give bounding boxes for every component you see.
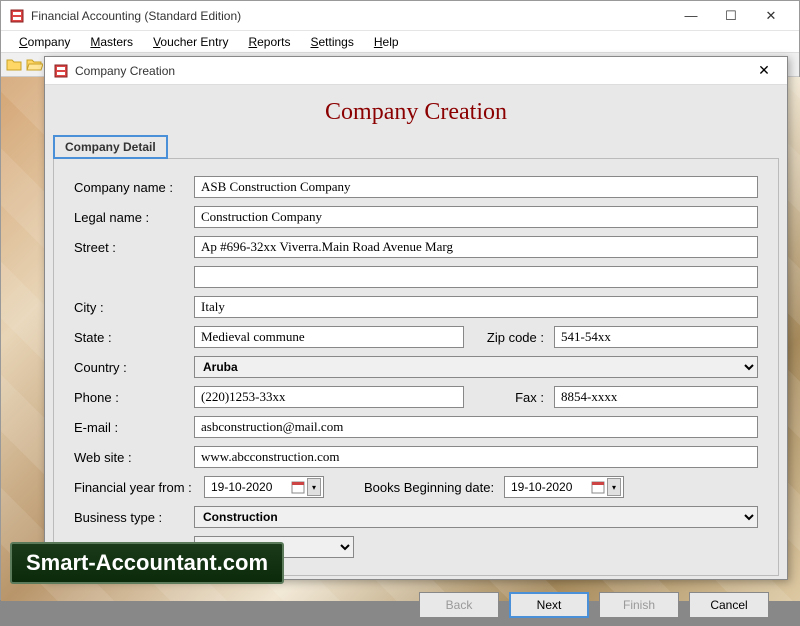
city-input[interactable] xyxy=(194,296,758,318)
business-type-select[interactable]: Construction xyxy=(194,506,758,528)
finish-button[interactable]: Finish xyxy=(599,592,679,618)
website-label: Web site : xyxy=(74,450,194,465)
business-type-label: Business type : xyxy=(74,510,194,525)
button-bar: Back Next Finish Cancel xyxy=(45,584,787,626)
app-icon xyxy=(9,8,25,24)
fax-input[interactable] xyxy=(554,386,758,408)
company-name-input[interactable] xyxy=(194,176,758,198)
state-label: State : xyxy=(74,330,194,345)
company-creation-dialog: Company Creation ✕ Company Creation Comp… xyxy=(44,56,788,580)
minimize-button[interactable]: — xyxy=(671,2,711,30)
country-label: Country : xyxy=(74,360,194,375)
company-name-label: Company name : xyxy=(74,180,194,195)
books-beginning-date-label: Books Beginning date: xyxy=(364,480,504,495)
dialog-titlebar: Company Creation ✕ xyxy=(45,57,787,85)
form-area: Company name : Legal name : Street : Cit… xyxy=(53,158,779,576)
website-input[interactable] xyxy=(194,446,758,468)
email-label: E-mail : xyxy=(74,420,194,435)
phone-input[interactable] xyxy=(194,386,464,408)
menu-company[interactable]: Company xyxy=(9,33,80,51)
chevron-down-icon: ▾ xyxy=(307,478,321,496)
dialog-close-button[interactable]: ✕ xyxy=(749,59,779,83)
dialog-icon xyxy=(53,63,69,79)
tab-strip: Company Detail xyxy=(45,134,787,158)
cancel-button[interactable]: Cancel xyxy=(689,592,769,618)
titlebar: Financial Accounting (Standard Edition) … xyxy=(1,1,799,31)
toolbar-open-icon[interactable] xyxy=(25,56,43,74)
window-title: Financial Accounting (Standard Edition) xyxy=(31,9,671,23)
street-label: Street : xyxy=(74,240,194,255)
toolbar-folder-icon[interactable] xyxy=(5,56,23,74)
state-input[interactable] xyxy=(194,326,464,348)
menu-reports[interactable]: Reports xyxy=(238,33,300,51)
phone-label: Phone : xyxy=(74,390,194,405)
email-input[interactable] xyxy=(194,416,758,438)
financial-year-from-label: Financial year from : xyxy=(74,480,204,495)
chevron-down-icon: ▾ xyxy=(607,478,621,496)
tab-company-detail[interactable]: Company Detail xyxy=(53,135,168,159)
watermark-badge: Smart-Accountant.com xyxy=(10,542,284,584)
street2-input[interactable] xyxy=(194,266,758,288)
calendar-icon xyxy=(591,480,605,494)
legal-name-label: Legal name : xyxy=(74,210,194,225)
close-button[interactable]: ✕ xyxy=(751,2,791,30)
city-label: City : xyxy=(74,300,194,315)
menubar: Company Masters Voucher Entry Reports Se… xyxy=(1,31,799,53)
calendar-icon xyxy=(291,480,305,494)
dialog-heading: Company Creation xyxy=(45,85,787,134)
country-select[interactable]: Aruba xyxy=(194,356,758,378)
legal-name-input[interactable] xyxy=(194,206,758,228)
menu-settings[interactable]: Settings xyxy=(300,33,363,51)
next-button[interactable]: Next xyxy=(509,592,589,618)
fax-label: Fax : xyxy=(464,390,554,405)
street1-input[interactable] xyxy=(194,236,758,258)
zip-label: Zip code : xyxy=(464,330,554,345)
books-beginning-date-picker[interactable]: 19-10-2020 ▾ xyxy=(504,476,624,498)
dialog-title: Company Creation xyxy=(75,64,749,78)
back-button[interactable]: Back xyxy=(419,592,499,618)
menu-help[interactable]: Help xyxy=(364,33,409,51)
financial-year-from-picker[interactable]: 19-10-2020 ▾ xyxy=(204,476,324,498)
menu-masters[interactable]: Masters xyxy=(80,33,143,51)
maximize-button[interactable]: ☐ xyxy=(711,2,751,30)
zip-input[interactable] xyxy=(554,326,758,348)
menu-voucher-entry[interactable]: Voucher Entry xyxy=(143,33,238,51)
